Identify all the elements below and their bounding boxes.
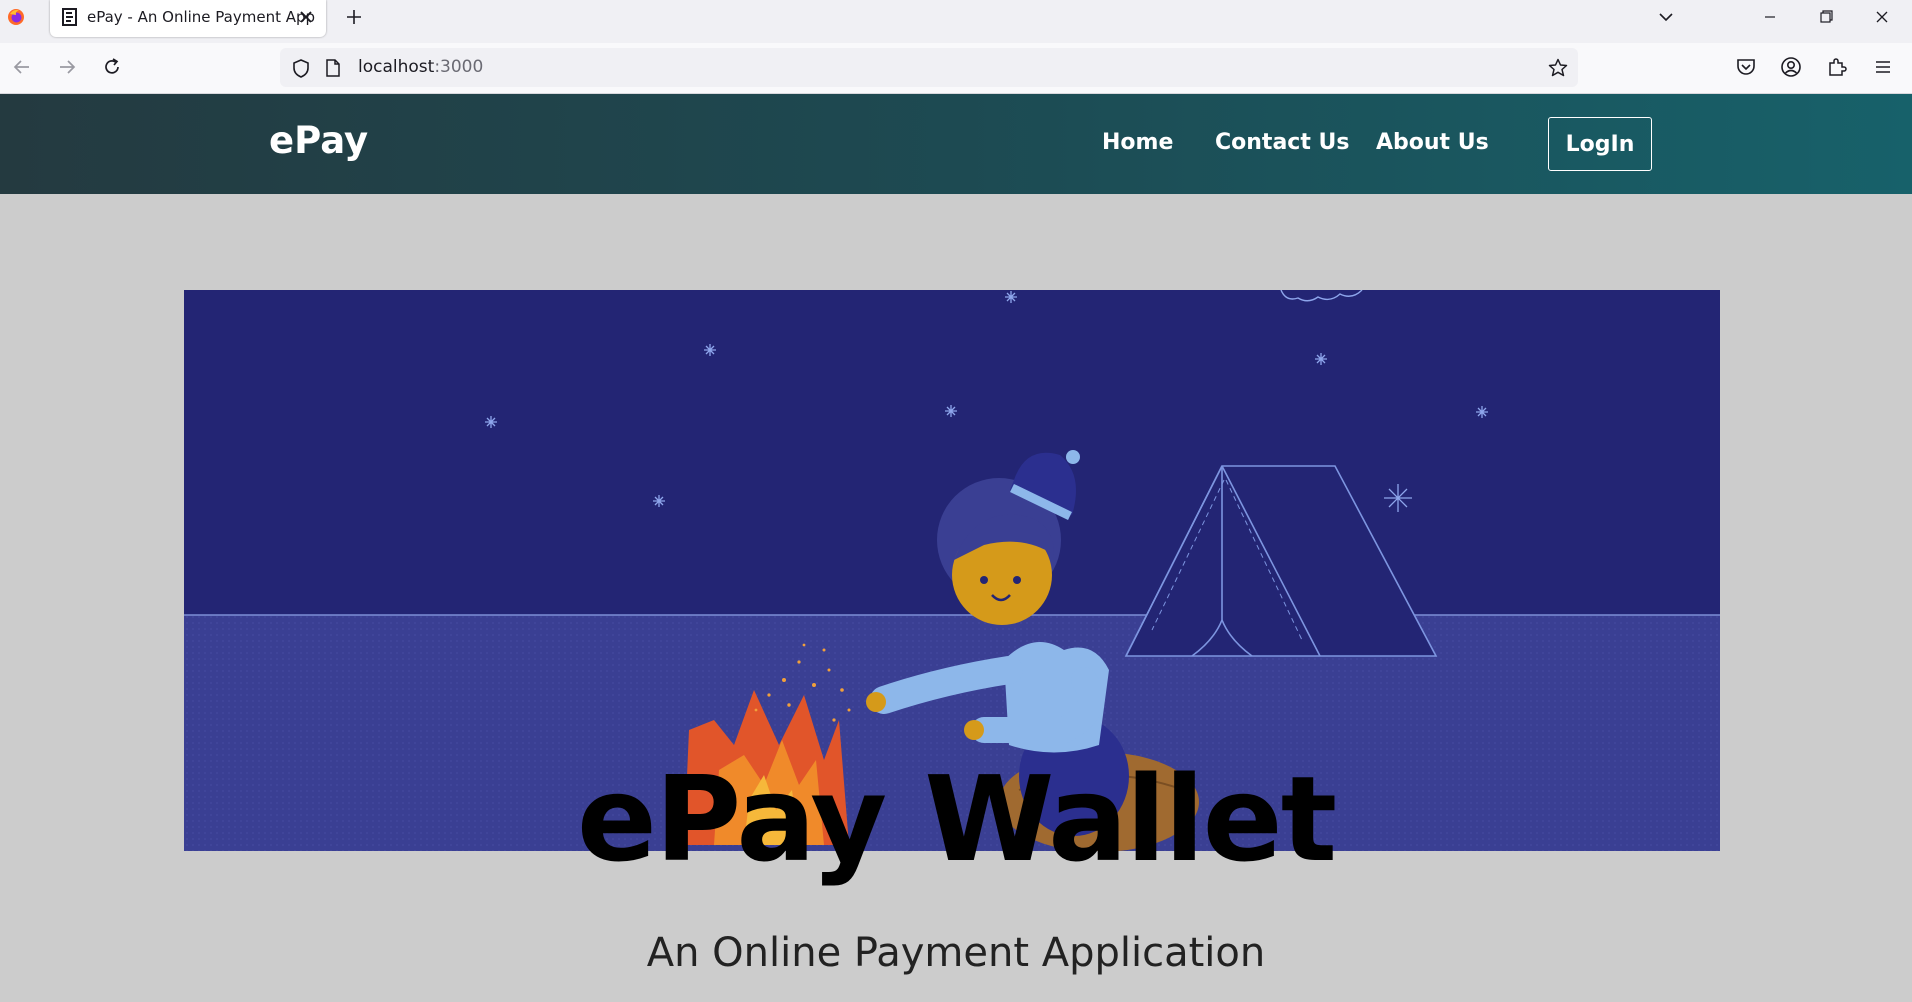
hamburger-menu-icon[interactable] xyxy=(1871,55,1895,79)
hero-title: ePay Wallet xyxy=(576,750,1337,888)
login-button[interactable]: LogIn xyxy=(1548,117,1652,171)
window-close-icon[interactable] xyxy=(1862,4,1902,30)
url-host: localhost xyxy=(358,57,435,77)
url-port: :3000 xyxy=(434,57,484,77)
tracking-protection-shield-icon[interactable] xyxy=(290,57,312,79)
account-icon[interactable] xyxy=(1779,55,1803,79)
nav-home-link[interactable]: Home xyxy=(1102,130,1173,155)
browser-tab-active[interactable]: ePay - An Online Payment App xyxy=(50,0,326,37)
extensions-puzzle-icon[interactable] xyxy=(1825,55,1849,79)
url-text[interactable]: localhost:3000 xyxy=(358,57,483,77)
nav-contact-link[interactable]: Contact Us xyxy=(1215,130,1349,155)
site-header: ePay Home Contact Us About Us LogIn xyxy=(0,94,1912,194)
brand-logo[interactable]: ePay xyxy=(269,119,368,162)
address-bar[interactable]: localhost:3000 xyxy=(280,48,1578,87)
nav-about-link[interactable]: About Us xyxy=(1376,130,1489,155)
page-favicon-icon xyxy=(62,8,77,26)
hero-subtitle: An Online Payment Application xyxy=(646,930,1266,976)
new-tab-icon[interactable] xyxy=(343,6,365,28)
browser-tab-bar: ePay - An Online Payment App xyxy=(0,0,1912,43)
page-info-icon[interactable] xyxy=(324,58,342,78)
reload-icon[interactable] xyxy=(100,55,124,79)
bookmark-star-icon[interactable] xyxy=(1547,57,1569,79)
browser-toolbar: localhost:3000 xyxy=(0,43,1912,94)
list-all-tabs-icon[interactable] xyxy=(1655,6,1677,28)
tab-close-icon[interactable] xyxy=(297,8,315,26)
window-minimize-icon[interactable] xyxy=(1750,4,1790,30)
back-arrow-icon[interactable] xyxy=(10,55,34,79)
window-restore-icon[interactable] xyxy=(1806,4,1846,30)
tab-title: ePay - An Online Payment App xyxy=(87,8,316,26)
pocket-icon[interactable] xyxy=(1734,55,1758,79)
firefox-icon[interactable] xyxy=(7,8,25,26)
forward-arrow-icon[interactable] xyxy=(55,55,79,79)
